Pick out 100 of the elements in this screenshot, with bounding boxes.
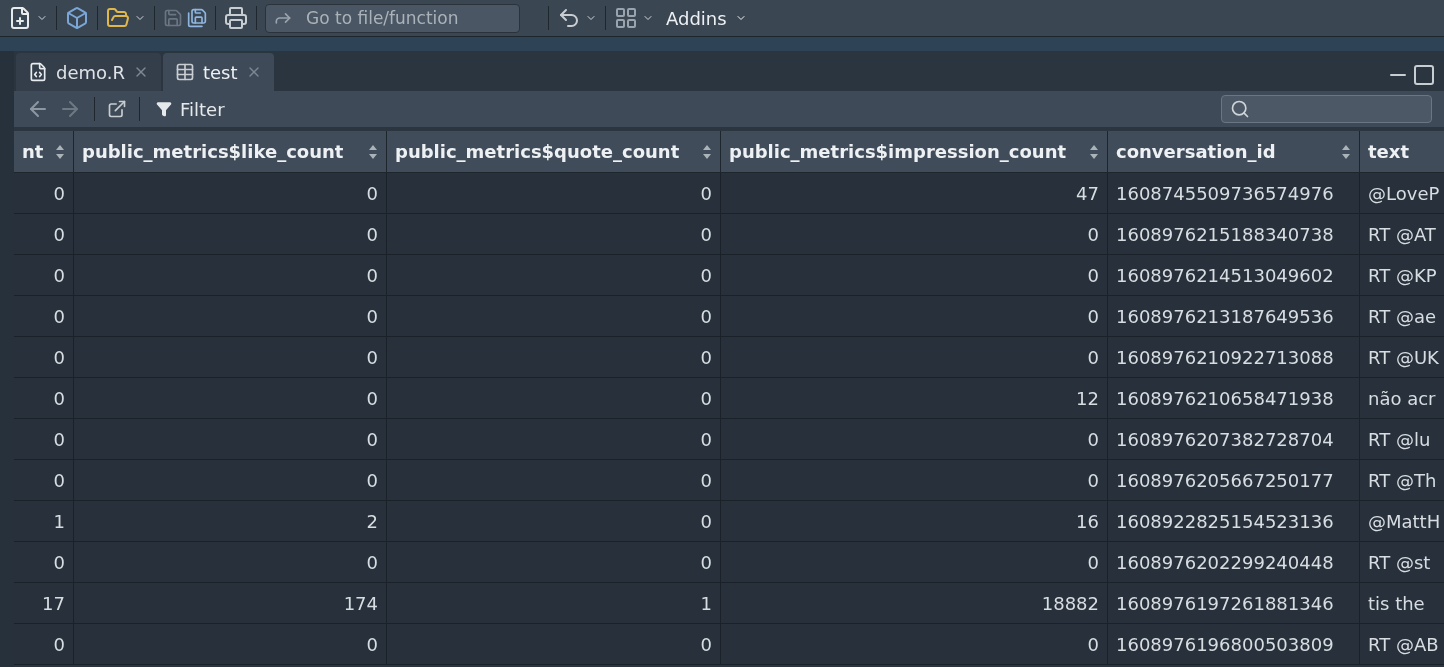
sort-icon[interactable]	[702, 143, 712, 160]
table-cell: tis the	[1360, 583, 1444, 624]
table-cell: 1608976205667250177	[1108, 460, 1360, 501]
table-cell: 0	[387, 460, 721, 501]
table-cell: 0	[721, 255, 1108, 296]
new-file-icon[interactable]	[8, 6, 32, 30]
table-cell: 0	[74, 378, 387, 419]
table-cell: 47	[721, 173, 1108, 214]
table-cell: 17	[14, 583, 74, 624]
table-cell: 0	[387, 542, 721, 583]
table-cell: 1	[387, 583, 721, 624]
table-cell: 1608745509736574976	[1108, 173, 1360, 214]
column-header[interactable]: public_metrics$like_count	[74, 131, 387, 173]
table-cell: 0	[74, 173, 387, 214]
open-folder-icon[interactable]	[106, 6, 130, 30]
table-cell: 0	[721, 296, 1108, 337]
table-cell: 16	[721, 501, 1108, 542]
table-cell: 0	[721, 542, 1108, 583]
go-to-file-field[interactable]: Go to file/function	[265, 3, 520, 33]
table-cell: 0	[14, 378, 74, 419]
table-cell: RT @KP	[1360, 255, 1444, 296]
table-cell: 1608976202299240448	[1108, 542, 1360, 583]
table-cell: 0	[387, 173, 721, 214]
table-cell: 1608922825154523136	[1108, 501, 1360, 542]
table-cell: 0	[74, 296, 387, 337]
table-cell: 0	[74, 624, 387, 665]
table-cell: 0	[387, 624, 721, 665]
sort-icon[interactable]	[368, 143, 378, 160]
table-cell: 0	[387, 255, 721, 296]
table-cell: 0	[74, 337, 387, 378]
table-cell: 0	[387, 378, 721, 419]
table-cell: 18882	[721, 583, 1108, 624]
table-cell: 0	[74, 542, 387, 583]
table-cell: 0	[387, 419, 721, 460]
filter-button[interactable]: Filter	[152, 95, 229, 123]
table-cell: 0	[74, 255, 387, 296]
table-icon	[174, 62, 195, 82]
table-cell: 0	[14, 337, 74, 378]
tab-label: test	[202, 60, 238, 85]
table-cell: 1608976196800503809	[1108, 624, 1360, 665]
table-cell: 0	[14, 255, 74, 296]
table-cell: não acr	[1360, 378, 1444, 419]
table-cell: 0	[387, 501, 721, 542]
table-cell: 0	[721, 624, 1108, 665]
table-cell: 0	[14, 542, 74, 583]
table-cell: 174	[74, 583, 387, 624]
pane-layout-icon[interactable]	[614, 6, 638, 30]
table-cell: 0	[14, 173, 74, 214]
table-cell: 1608976210922713088	[1108, 337, 1360, 378]
table-cell: 0	[387, 337, 721, 378]
filter-icon	[156, 101, 172, 117]
tab-label: demo.R	[56, 60, 125, 85]
table-cell: @MattH	[1360, 501, 1444, 542]
table-cell: RT @AT	[1360, 214, 1444, 255]
table-cell: 1608976214513049602	[1108, 255, 1360, 296]
table-cell: RT @st	[1360, 542, 1444, 583]
sort-icon[interactable]	[1089, 143, 1099, 160]
editor-tab[interactable]: test	[162, 53, 274, 91]
table-cell: 2	[74, 501, 387, 542]
maximize-icon[interactable]	[1412, 63, 1436, 87]
table-cell: 1608976210658471938	[1108, 378, 1360, 419]
sort-icon[interactable]	[55, 143, 65, 160]
table-cell: 0	[14, 214, 74, 255]
column-header[interactable]: text	[1360, 131, 1444, 173]
table-cell: @LoveP	[1360, 173, 1444, 214]
table-cell: RT @ae	[1360, 296, 1444, 337]
popout-icon[interactable]	[107, 99, 127, 119]
table-cell: 0	[721, 419, 1108, 460]
column-header[interactable]: public_metrics$impression_count	[721, 131, 1108, 173]
table-cell: 0	[721, 337, 1108, 378]
editor-tab[interactable]: demo.R	[16, 53, 161, 91]
table-cell: 1608976197261881346	[1108, 583, 1360, 624]
table-cell: 0	[74, 460, 387, 501]
new-project-icon[interactable]	[65, 6, 89, 30]
table-cell: 0	[387, 296, 721, 337]
table-cell: 0	[14, 419, 74, 460]
table-cell: 0	[14, 460, 74, 501]
column-header[interactable]: nt	[14, 131, 74, 173]
column-header[interactable]: public_metrics$quote_count	[387, 131, 721, 173]
table-cell: 0	[721, 214, 1108, 255]
save-all-icon[interactable]	[187, 8, 207, 28]
table-cell: RT @AB	[1360, 624, 1444, 665]
table-cell: 1608976215188340738	[1108, 214, 1360, 255]
table-cell: 1608976213187649536	[1108, 296, 1360, 337]
sort-icon[interactable]	[1341, 143, 1351, 160]
search-icon	[1230, 99, 1250, 119]
table-cell: 1608976207382728704	[1108, 419, 1360, 460]
search-field[interactable]	[1221, 95, 1432, 123]
print-icon[interactable]	[224, 6, 248, 30]
table-cell: 1	[14, 501, 74, 542]
table-cell: 12	[721, 378, 1108, 419]
table-cell: RT @Th	[1360, 460, 1444, 501]
table-cell: 0	[14, 624, 74, 665]
table-cell: RT @UK	[1360, 337, 1444, 378]
column-header[interactable]: conversation_id	[1108, 131, 1360, 173]
table-cell: 0	[721, 460, 1108, 501]
table-cell: 0	[74, 419, 387, 460]
table-cell: RT @lu	[1360, 419, 1444, 460]
save-icon[interactable]	[163, 8, 183, 28]
addins-menu[interactable]: Addins	[658, 4, 755, 32]
